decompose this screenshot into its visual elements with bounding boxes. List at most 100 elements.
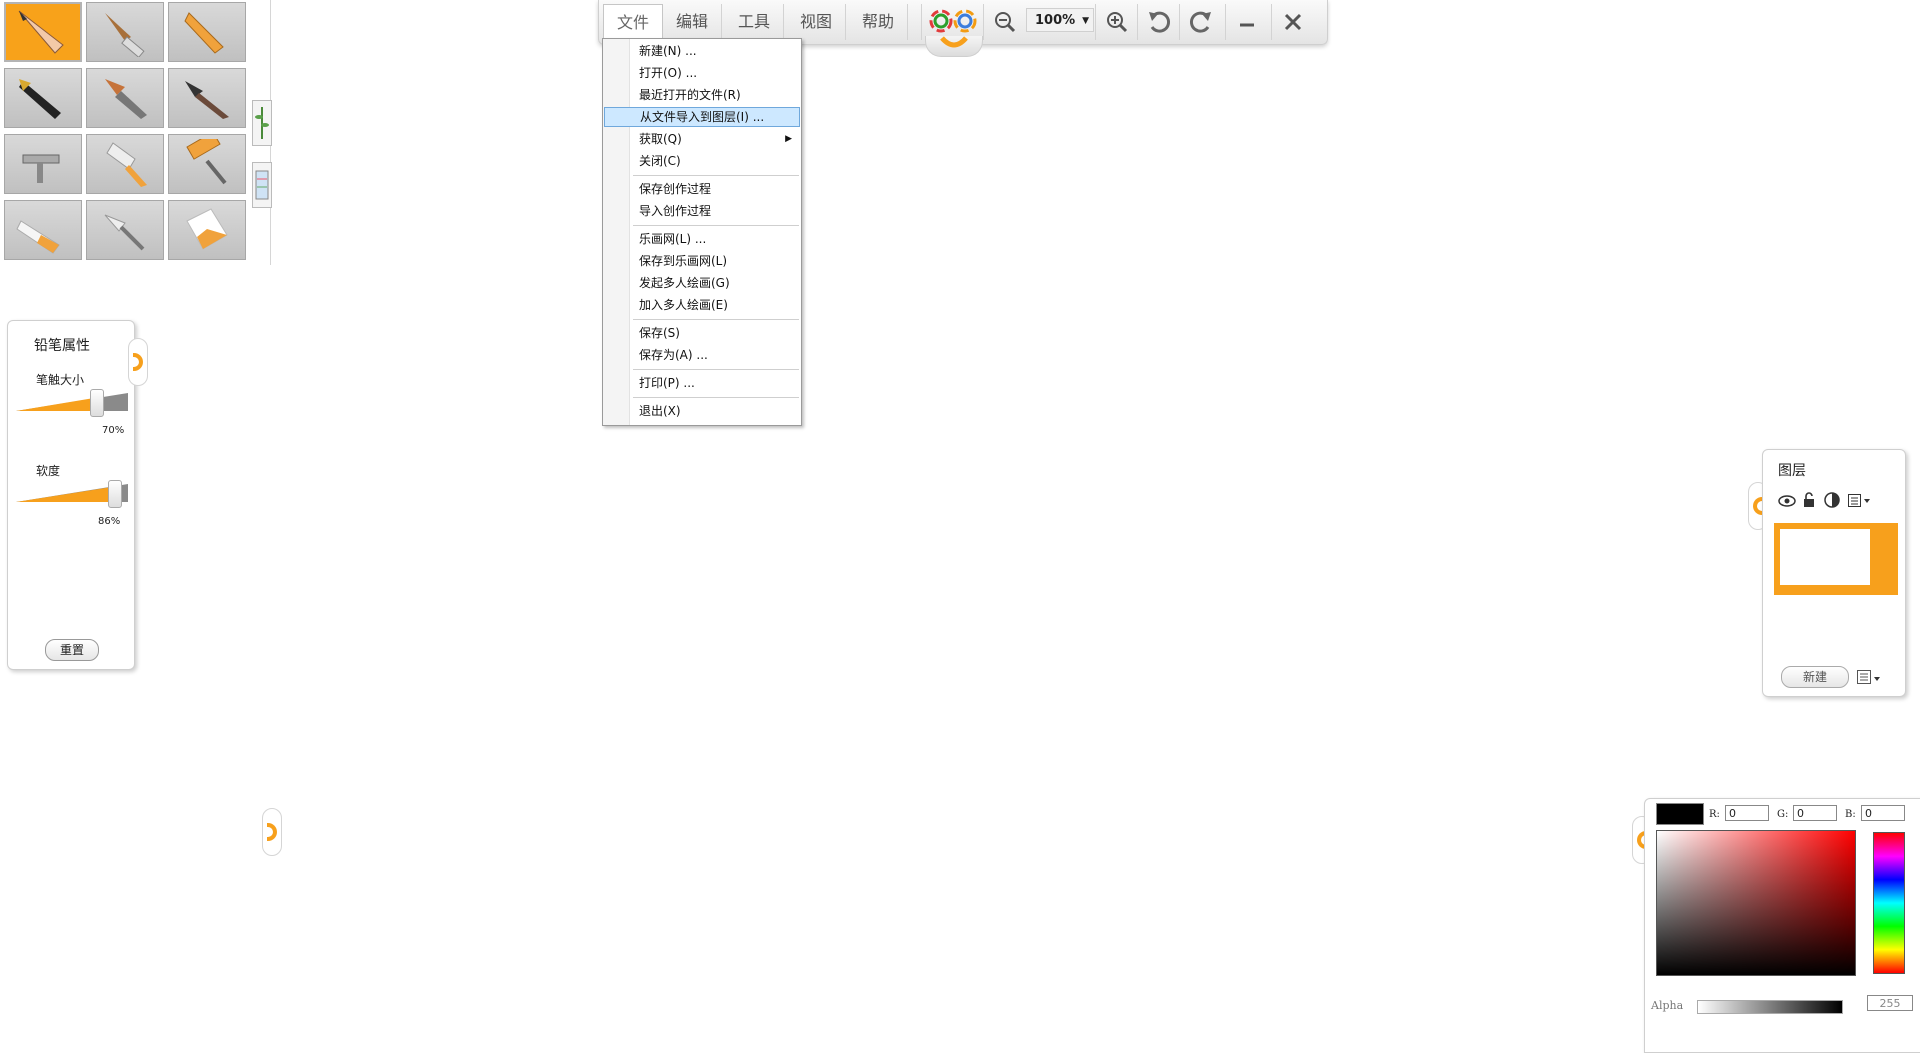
tool-roller[interactable] — [168, 134, 246, 194]
tool-marker[interactable] — [4, 200, 82, 260]
tool-smudge[interactable] — [86, 200, 164, 260]
redo-button[interactable] — [1179, 4, 1222, 40]
layer-menu-icon[interactable] — [1848, 494, 1872, 508]
tools-panel-collapse-handle[interactable] — [262, 808, 282, 856]
toolbar-handle[interactable] — [925, 36, 983, 57]
menu-item-start-multi[interactable]: 发起多人绘画(G) — [604, 273, 800, 293]
new-layer-button[interactable]: 新建 — [1781, 666, 1849, 688]
brush-size-slider[interactable] — [16, 389, 128, 417]
plant-icon — [255, 107, 269, 139]
menu-separator — [633, 397, 799, 398]
minimize-icon — [1240, 23, 1254, 27]
menu-item-open[interactable]: 打开(O) ... — [604, 63, 800, 83]
menu-edit[interactable]: 编辑 — [663, 4, 722, 40]
reset-button[interactable]: 重置 — [45, 639, 99, 661]
tool-brush[interactable] — [86, 2, 164, 62]
menu-separator — [633, 225, 799, 226]
tool-ink-brush[interactable] — [168, 68, 246, 128]
redo-icon — [1190, 11, 1211, 33]
lock-icon[interactable] — [1802, 492, 1816, 508]
tool-tab-textures[interactable] — [252, 162, 272, 208]
softness-label: 软度 — [36, 464, 61, 478]
green-input[interactable]: 0 — [1793, 805, 1837, 821]
layer-row-selected[interactable] — [1774, 523, 1898, 595]
menu-item-import-process[interactable]: 导入创作过程 — [604, 201, 800, 221]
tool-crayon[interactable] — [168, 2, 246, 62]
submenu-arrow-icon: ▶ — [785, 134, 792, 144]
close-button[interactable] — [1271, 4, 1314, 40]
tool-oil-brush[interactable] — [86, 68, 164, 128]
tool-airbrush[interactable] — [4, 134, 82, 194]
collapse-icon — [133, 353, 143, 371]
menu-item-close[interactable]: 关闭(C) — [604, 151, 800, 171]
saturation-value-picker[interactable] — [1656, 830, 1856, 976]
tools-panel — [0, 0, 272, 265]
alpha-slider[interactable] — [1697, 1000, 1843, 1014]
menu-help[interactable]: 帮助 — [849, 4, 908, 40]
zoom-select[interactable]: 100% ▼ — [1026, 8, 1094, 32]
menu-separator — [633, 319, 799, 320]
menu-item-new[interactable]: 新建(N) ... — [604, 41, 800, 61]
zoom-out-button[interactable] — [983, 4, 1026, 40]
brush-panel-collapse-handle[interactable] — [128, 338, 148, 386]
tool-eraser[interactable] — [168, 200, 246, 260]
green-label: G: — [1777, 809, 1789, 820]
marker-icon — [16, 220, 60, 254]
menu-item-exit[interactable]: 退出(X) — [604, 401, 800, 421]
red-input[interactable]: 0 — [1725, 805, 1769, 821]
menu-item-save[interactable]: 保存(S) — [604, 323, 800, 343]
menu-item-recent[interactable]: 最近打开的文件(R) — [604, 85, 800, 105]
menu-separator — [633, 369, 799, 370]
tool-pencil[interactable] — [4, 2, 82, 62]
zoom-in-button[interactable] — [1095, 4, 1138, 40]
menu-item-lehua-web[interactable]: 乐画网(L) ... — [604, 229, 800, 249]
chevron-down-icon[interactable]: ▼ — [1082, 9, 1089, 33]
pencil-icon — [18, 10, 64, 54]
layer-toolbar — [1778, 492, 1898, 510]
hue-slider[interactable] — [1873, 832, 1905, 974]
softness-slider[interactable] — [16, 480, 128, 508]
tool-palette-knife[interactable] — [86, 134, 164, 194]
softness-value: 86% — [98, 516, 121, 527]
zoom-in-icon — [1107, 12, 1128, 33]
brush-size-knob[interactable] — [90, 389, 104, 417]
menu-item-acquire-label: 获取(Q) — [639, 132, 682, 146]
ink-brush-icon — [185, 81, 229, 119]
zoom-out-icon — [995, 12, 1016, 33]
opacity-icon[interactable] — [1824, 492, 1840, 508]
menu-item-import-layer[interactable]: 从文件导入到图层(I) ... — [604, 107, 800, 127]
layers-panel: 图层 新建 — [1762, 449, 1906, 697]
alpha-input[interactable]: 255 — [1867, 995, 1913, 1011]
red-label: R: — [1709, 809, 1720, 820]
brush-size-value: 70% — [102, 425, 125, 436]
slider-ramp — [16, 393, 128, 411]
tool-tab-plants[interactable] — [252, 100, 272, 146]
fountain-pen-icon — [19, 79, 61, 119]
minimize-button[interactable] — [1225, 4, 1268, 40]
blue-input[interactable]: 0 — [1861, 805, 1905, 821]
current-color-swatch[interactable] — [1656, 803, 1704, 825]
softness-knob[interactable] — [108, 480, 122, 508]
menu-file[interactable]: 文件 — [603, 4, 663, 41]
palette-knife-icon — [106, 142, 147, 187]
layer-options-icon[interactable] — [1857, 670, 1883, 686]
menu-item-save-as[interactable]: 保存为(A) ... — [604, 345, 800, 365]
menu-item-save-to-web[interactable]: 保存到乐画网(L) — [604, 251, 800, 271]
airbrush-icon — [22, 154, 60, 183]
undo-button[interactable] — [1137, 4, 1180, 40]
zoom-level: 100% — [1035, 13, 1076, 28]
menu-item-save-process[interactable]: 保存创作过程 — [604, 179, 800, 199]
eye-icon[interactable] — [1778, 494, 1796, 508]
smudge-icon — [104, 214, 145, 251]
menu-item-print[interactable]: 打印(P) ... — [604, 373, 800, 393]
tool-pen[interactable] — [4, 68, 82, 128]
app-logo-icon — [921, 4, 984, 40]
menu-separator — [633, 175, 799, 176]
menu-tools[interactable]: 工具 — [725, 4, 784, 40]
color-panel: R: 0 G: 0 B: 0 Alpha 255 — [1644, 798, 1920, 1053]
menu-item-join-multi[interactable]: 加入多人绘画(E) — [604, 295, 800, 315]
brush-properties-panel: 铅笔属性 笔触大小 70% 软度 86% 重置 — [7, 320, 135, 670]
paint-roller-icon — [186, 139, 227, 185]
menu-view[interactable]: 视图 — [787, 4, 846, 40]
menu-item-acquire[interactable]: 获取(Q) ▶ — [604, 129, 800, 149]
